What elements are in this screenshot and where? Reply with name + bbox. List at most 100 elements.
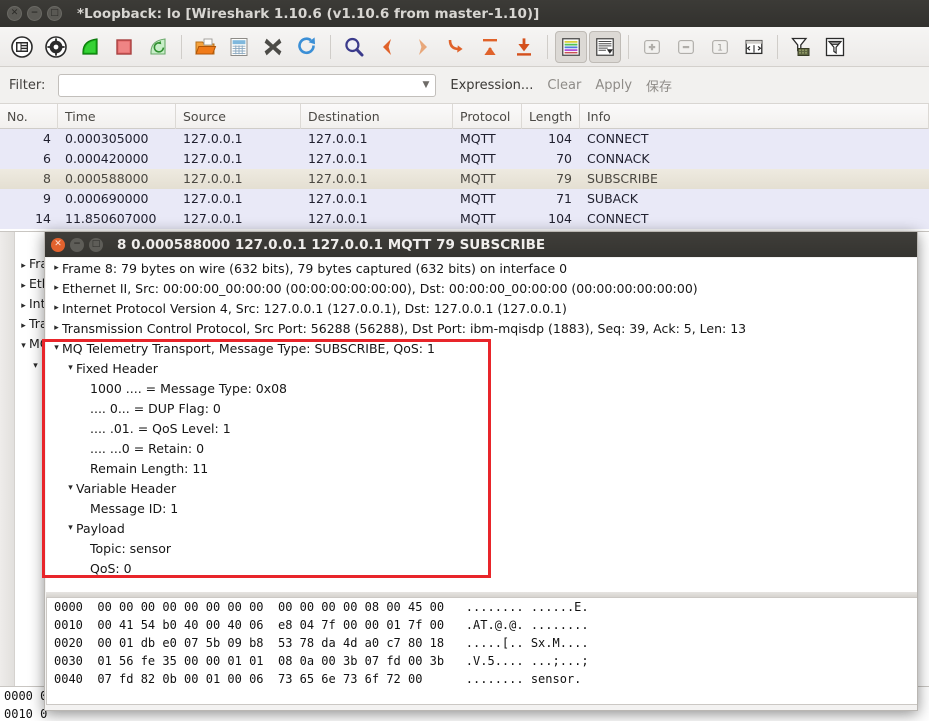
tree-item-label: Message ID: 1 <box>90 500 179 516</box>
tree-item[interactable]: ▸ Frame 8: 79 bytes on wire (632 bits), 7… <box>46 258 917 278</box>
display-filters-icon[interactable] <box>819 31 851 63</box>
go-to-packet-icon[interactable] <box>440 31 472 63</box>
capture-filters-icon[interactable] <box>785 31 817 63</box>
auto-scroll-icon[interactable] <box>589 30 621 63</box>
chevron-right-icon[interactable]: ▸ <box>18 321 29 331</box>
cell-dst: 127.0.0.1 <box>308 191 368 206</box>
chevron-right-icon[interactable]: ▸ <box>51 323 62 333</box>
column-header-no[interactable]: No. <box>0 104 58 129</box>
hex-dump-line: 0040 07 fd 82 0b 00 01 00 06 73 65 6e 73… <box>54 672 582 686</box>
colorize-icon[interactable] <box>555 30 587 63</box>
column-header-destination[interactable]: Destination <box>301 104 453 129</box>
toolbar-separator <box>547 34 548 59</box>
chevron-down-icon[interactable]: ▾ <box>18 341 29 351</box>
tree-item[interactable]: ▾ Payload <box>46 518 917 538</box>
apply-filter-button[interactable]: Apply <box>595 78 632 93</box>
dialog-hex-dump[interactable]: 0000 00 00 00 00 00 00 00 00 00 00 00 00… <box>46 597 917 705</box>
clear-filter-button[interactable]: Clear <box>547 78 581 93</box>
tree-item[interactable]: QoS: 0 <box>46 558 917 578</box>
tree-item[interactable]: ▾ Variable Header <box>46 478 917 498</box>
hex-dump-line: 0020 00 01 db e0 07 5b 09 b8 53 78 da 4d… <box>54 636 589 650</box>
tree-item[interactable]: .... 0... = DUP Flag: 0 <box>46 398 917 418</box>
column-header-protocol[interactable]: Protocol <box>453 104 522 129</box>
cell-info: CONNACK <box>587 151 650 166</box>
maximize-icon[interactable]: □ <box>47 6 62 21</box>
filter-input[interactable]: ▼ <box>58 73 437 97</box>
protocol-tree-rows: ▸ Frame 8: 79 bytes on wire (632 bits), 7… <box>46 258 917 578</box>
window-controls: ✕ − □ <box>0 6 62 21</box>
tree-item[interactable]: ▸ Ethernet II, Src: 00:00:00_00:00:00 (00… <box>46 278 917 298</box>
chevron-right-icon[interactable]: ▸ <box>18 281 29 291</box>
tree-item[interactable]: ▾ Fixed Header <box>46 358 917 378</box>
chevron-right-icon[interactable]: ▸ <box>51 283 62 293</box>
go-to-first-icon[interactable] <box>474 31 506 63</box>
interfaces-list-icon[interactable] <box>6 31 38 63</box>
chevron-down-icon[interactable]: ▾ <box>30 361 41 371</box>
chevron-right-icon[interactable]: ▸ <box>51 263 62 273</box>
cell-src: 127.0.0.1 <box>183 171 243 186</box>
tree-item-label: MQ Telemetry Transport, Message Type: SU… <box>62 340 435 356</box>
cell-no: 6 <box>43 151 51 166</box>
column-header-source[interactable]: Source <box>176 104 301 129</box>
chevron-down-icon[interactable]: ▾ <box>65 363 76 373</box>
table-row[interactable]: 6 0.000420000 127.0.0.1 127.0.0.1 MQTT 70 CONN… <box>0 149 929 169</box>
dialog-minimize-icon[interactable]: − <box>70 237 84 252</box>
column-header-length[interactable]: Length <box>522 104 580 129</box>
table-row[interactable]: 4 0.000305000 127.0.0.1 127.0.0.1 MQTT 104 CON… <box>0 129 929 149</box>
packet-list[interactable]: No. Time Source Destination Protocol Len… <box>0 103 929 231</box>
chevron-down-icon[interactable]: ▾ <box>65 483 76 493</box>
close-file-icon[interactable] <box>257 31 289 63</box>
find-packet-icon[interactable] <box>338 31 370 63</box>
table-row[interactable]: 9 0.000690000 127.0.0.1 127.0.0.1 MQTT 71 SUBA… <box>0 189 929 209</box>
minimize-icon[interactable]: − <box>27 6 42 21</box>
dialog-titlebar: ✕ − □ 8 0.000588000 127.0.0.1 127.0.0.1 … <box>45 232 917 257</box>
tree-item[interactable]: ▾ MQ Telemetry Transport, Message Type: S… <box>46 338 917 358</box>
window-title: *Loopback: lo [Wireshark 1.10.6 (v1.10.6… <box>77 5 540 22</box>
go-to-last-icon[interactable] <box>508 31 540 63</box>
tree-item[interactable]: 1000 .... = Message Type: 0x08 <box>46 378 917 398</box>
detail-scrollbar[interactable] <box>0 232 15 686</box>
go-forward-icon[interactable] <box>406 31 438 63</box>
dialog-close-icon[interactable]: ✕ <box>51 237 65 252</box>
go-back-icon[interactable] <box>372 31 404 63</box>
background-hex-line: 0000 0 <box>4 689 48 703</box>
save-file-icon[interactable] <box>223 31 255 63</box>
open-file-icon[interactable] <box>189 31 221 63</box>
toolbar-separator <box>628 34 629 59</box>
tree-item[interactable]: ▸ Internet Protocol Version 4, Src: 127.0… <box>46 298 917 318</box>
table-row[interactable]: 14 11.850607000 127.0.0.1 127.0.0.1 MQTT 104 C… <box>0 209 929 229</box>
close-icon[interactable]: ✕ <box>7 6 22 21</box>
chevron-right-icon[interactable]: ▸ <box>18 261 29 271</box>
tree-item[interactable]: .... .01. = QoS Level: 1 <box>46 418 917 438</box>
expression-button[interactable]: Expression... <box>450 78 533 93</box>
dialog-protocol-tree[interactable]: ▸ Frame 8: 79 bytes on wire (632 bits), 7… <box>46 258 917 592</box>
dialog-maximize-icon[interactable]: □ <box>89 237 103 252</box>
tree-item[interactable]: Remain Length: 11 <box>46 458 917 478</box>
tree-item[interactable]: Topic: sensor <box>46 538 917 558</box>
dialog-window-controls: ✕ − □ <box>45 237 103 252</box>
chevron-down-icon[interactable]: ▾ <box>65 523 76 533</box>
save-filter-button[interactable]: 保存 <box>646 76 672 95</box>
chevron-right-icon[interactable]: ▸ <box>18 301 29 311</box>
tree-item[interactable]: ▸ Transmission Control Protocol, Src Port… <box>46 318 917 338</box>
tree-item[interactable]: .... ...0 = Retain: 0 <box>46 438 917 458</box>
resize-columns-icon[interactable] <box>738 31 770 63</box>
start-capture-icon[interactable] <box>74 31 106 63</box>
zoom-out-icon[interactable] <box>670 31 702 63</box>
packet-detail-dialog[interactable]: ✕ − □ 8 0.000588000 127.0.0.1 127.0.0.1 … <box>44 231 918 711</box>
reload-file-icon[interactable] <box>291 31 323 63</box>
column-header-info[interactable]: Info <box>580 104 929 129</box>
restart-capture-icon[interactable] <box>142 31 174 63</box>
chevron-down-icon[interactable]: ▾ <box>51 343 62 353</box>
tree-item[interactable]: Message ID: 1 <box>46 498 917 518</box>
cell-len: 70 <box>556 151 572 166</box>
column-header-time[interactable]: Time <box>58 104 176 129</box>
capture-options-icon[interactable] <box>40 31 72 63</box>
zoom-reset-icon[interactable]: 1 <box>704 31 736 63</box>
zoom-in-icon[interactable] <box>636 31 668 63</box>
table-row[interactable]: 8 0.000588000 127.0.0.1 127.0.0.1 MQTT 79 SUBS… <box>0 169 929 189</box>
chevron-down-icon[interactable]: ▼ <box>422 80 429 90</box>
stop-capture-icon[interactable] <box>108 31 140 63</box>
chevron-right-icon[interactable]: ▸ <box>51 303 62 313</box>
cell-time: 0.000305000 <box>65 131 149 146</box>
